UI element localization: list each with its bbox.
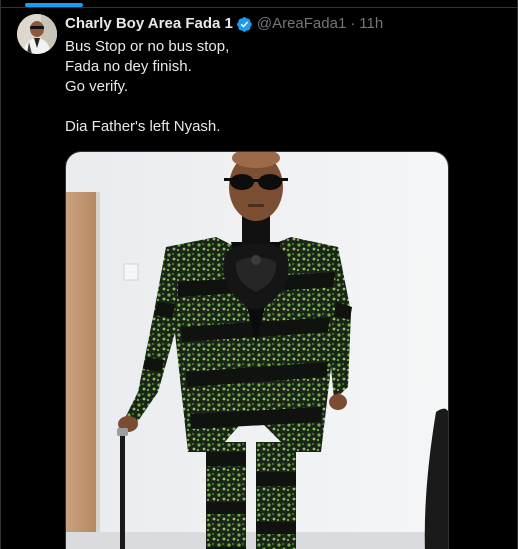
tweet-text-line: Go verify. xyxy=(65,78,129,95)
avatar[interactable] xyxy=(17,14,57,54)
display-name[interactable]: Charly Boy Area Fada 1 xyxy=(65,14,233,34)
tweet-content: Charly Boy Area Fada 1 @AreaFada1 · 11h … xyxy=(65,14,501,137)
dot-separator: · xyxy=(350,15,356,32)
timeline-column: Charly Boy Area Fada 1 @AreaFada1 · 11h … xyxy=(0,0,518,549)
photo-man-in-sequined-suit xyxy=(66,152,448,549)
tweet[interactable]: Charly Boy Area Fada 1 @AreaFada1 · 11h … xyxy=(17,14,501,137)
timestamp[interactable]: 11h xyxy=(359,14,383,34)
user-handle[interactable]: @AreaFada1 xyxy=(257,14,346,34)
avatar-photo xyxy=(17,14,57,54)
tweet-text-line: Dia Father's left Nyash. xyxy=(65,118,221,135)
tweet-photo[interactable] xyxy=(65,151,449,549)
tweet-text-line: Fada no dey finish. xyxy=(65,58,192,75)
tweet-text-line: Bus Stop or no bus stop, xyxy=(65,38,230,55)
divider xyxy=(1,7,517,8)
verified-badge-icon[interactable] xyxy=(236,16,253,33)
tweet-header: Charly Boy Area Fada 1 @AreaFada1 · 11h xyxy=(65,14,501,34)
tweet-text: Bus Stop or no bus stop, Fada no dey fin… xyxy=(65,37,501,137)
tweet-text-line xyxy=(65,97,501,117)
